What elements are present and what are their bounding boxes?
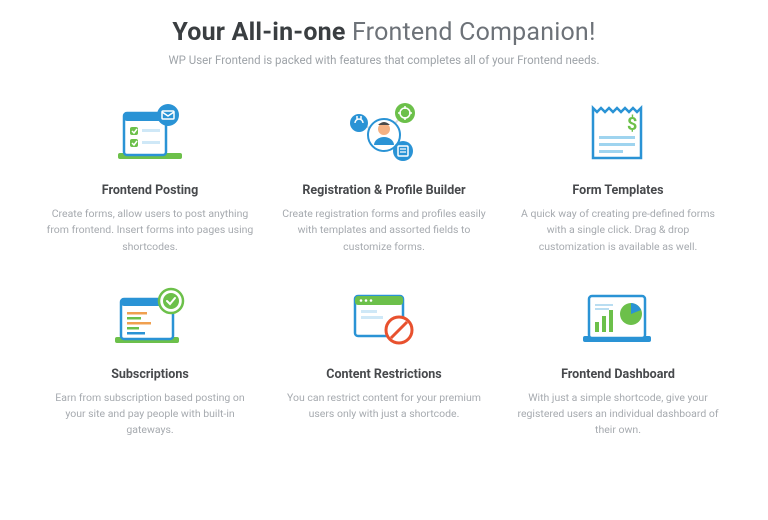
feature-title: Content Restrictions: [280, 367, 488, 382]
feature-form-templates: $ Form Templates A quick way of creating…: [508, 97, 728, 255]
feature-desc: Earn from subscription based posting on …: [46, 390, 254, 439]
content-restrictions-icon: [280, 281, 488, 357]
hero: Your All-in-one Frontend Companion! WP U…: [40, 18, 728, 67]
feature-content-restrictions: Content Restrictions You can restrict co…: [274, 281, 494, 439]
feature-title: Frontend Posting: [46, 183, 254, 198]
page-title: Your All-in-one Frontend Companion!: [40, 18, 728, 47]
feature-subscriptions: Subscriptions Earn from subscription bas…: [40, 281, 260, 439]
feature-desc: With just a simple shortcode, give your …: [514, 390, 722, 439]
feature-title: Frontend Dashboard: [514, 367, 722, 382]
svg-text:$: $: [627, 114, 637, 135]
frontend-posting-icon: [46, 97, 254, 173]
feature-desc: Create forms, allow users to post anythi…: [46, 206, 254, 255]
frontend-dashboard-icon: [514, 281, 722, 357]
feature-frontend-posting: Frontend Posting Create forms, allow use…: [40, 97, 260, 255]
feature-frontend-dashboard: Frontend Dashboard With just a simple sh…: [508, 281, 728, 439]
feature-registration-profile: Registration & Profile Builder Create re…: [274, 97, 494, 255]
title-bold: Your All-in-one: [172, 18, 345, 47]
title-rest: Frontend Companion!: [346, 18, 596, 47]
page-subtitle: WP User Frontend is packed with features…: [40, 53, 728, 67]
form-templates-icon: $: [514, 97, 722, 173]
subscriptions-icon: [46, 281, 254, 357]
feature-desc: You can restrict content for your premiu…: [280, 390, 488, 423]
registration-profile-icon: [280, 97, 488, 173]
feature-title: Registration & Profile Builder: [280, 183, 488, 198]
feature-desc: Create registration forms and profiles e…: [280, 206, 488, 255]
feature-title: Subscriptions: [46, 367, 254, 382]
feature-title: Form Templates: [514, 183, 722, 198]
feature-desc: A quick way of creating pre-defined form…: [514, 206, 722, 255]
features-grid: Frontend Posting Create forms, allow use…: [40, 97, 728, 439]
